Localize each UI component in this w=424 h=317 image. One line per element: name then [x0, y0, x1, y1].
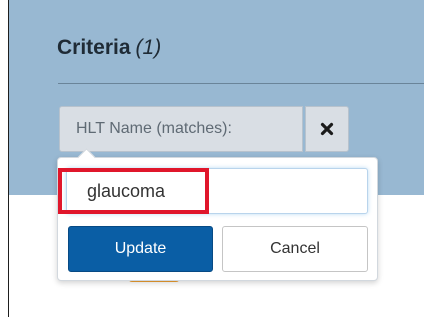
cancel-button[interactable]: Cancel [222, 226, 368, 272]
filter-value-input[interactable] [66, 168, 368, 214]
update-button[interactable]: Update [68, 226, 213, 272]
criteria-count: (1) [135, 36, 162, 59]
close-icon [320, 122, 334, 136]
remove-filter-button[interactable] [305, 106, 349, 152]
criteria-title: Criteria [57, 36, 131, 59]
criteria-heading: Criteria (1) [57, 36, 161, 60]
filter-chip-hlt-name[interactable]: HLT Name (matches): [59, 106, 303, 152]
section-divider [58, 83, 424, 84]
edit-filter-popover: Update Cancel [57, 148, 378, 281]
